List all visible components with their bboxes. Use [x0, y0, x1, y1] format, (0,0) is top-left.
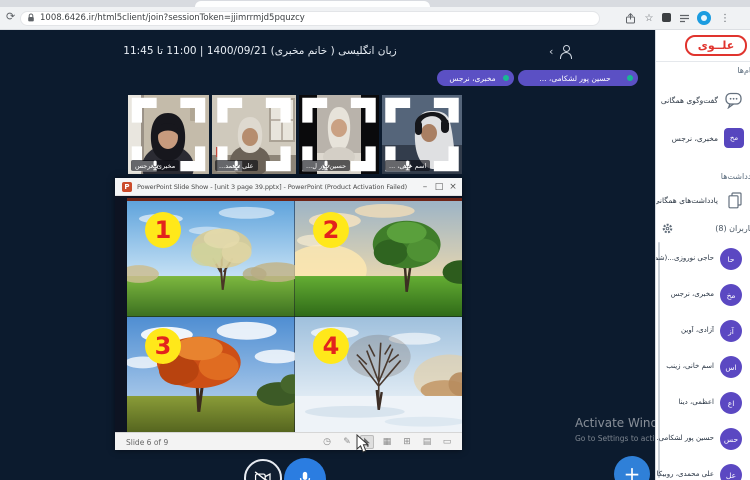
- season-number-badge: 1: [145, 212, 181, 248]
- avatar: مخ: [720, 284, 742, 306]
- avatar: مخ: [724, 128, 744, 148]
- mic-icon: [232, 160, 240, 171]
- user-list-item[interactable]: اس اسم خانی، زینب: [656, 350, 750, 386]
- slide-area: 1 2 3 4: [115, 196, 462, 432]
- users-panel-toggle[interactable]: ‹: [549, 44, 575, 60]
- user-name: اسم خانی، زینب: [666, 362, 714, 370]
- user-list-item[interactable]: عل علی محمدی، روبیکا: [656, 458, 750, 480]
- browser-menu-icon[interactable]: ⋮: [717, 10, 733, 26]
- camera-off-button[interactable]: [244, 459, 282, 480]
- zoom-icon[interactable]: ⊞: [400, 435, 414, 449]
- divider: [656, 61, 750, 62]
- public-chat-label: گفت‌وگوی همگانی: [660, 96, 718, 105]
- browser-toolbar: ⟳ 1008.6426.ir/html5client/join?sessionT…: [0, 7, 750, 30]
- camera-off-icon: [254, 471, 271, 480]
- avatar: اس: [720, 356, 742, 378]
- session-title: زبان انگلیسی ( خانم مخبری) 1400/09/21 | …: [123, 45, 397, 57]
- powerpoint-titlebar[interactable]: P PowerPoint Slide Show - [unit 3 page 3…: [115, 178, 462, 196]
- public-chat-item[interactable]: گفت‌وگوی همگانی: [656, 88, 750, 114]
- users-section-header: کاربران (8): [656, 220, 750, 238]
- talking-dot-icon: [627, 75, 633, 81]
- mouse-cursor: [356, 434, 369, 453]
- webcam-name-label: مخبری، نرجس: [131, 160, 180, 171]
- avatar: حا: [720, 248, 742, 270]
- avatar: حس: [720, 428, 742, 450]
- messages-section-label: پیام‌ها: [737, 66, 750, 75]
- gear-icon[interactable]: [661, 222, 674, 235]
- user-list-item[interactable]: مخ مخبری، نرجس: [656, 278, 750, 314]
- screen: ⟳ 1008.6426.ir/html5client/join?sessionT…: [0, 0, 750, 480]
- user-name: آزادی، آوین: [681, 326, 714, 334]
- webcam-tile[interactable]: حسین پور ل...: [299, 95, 379, 174]
- powerpoint-window-title: PowerPoint Slide Show - [unit 3 page 39.…: [137, 182, 408, 191]
- talking-dot-icon: [503, 75, 509, 81]
- side-panel-icon[interactable]: [676, 10, 692, 26]
- mic-icon: [322, 160, 330, 171]
- see-all-slides-icon[interactable]: ▦: [380, 435, 394, 449]
- webcam-name-label: علی محمد...: [215, 160, 258, 171]
- notes-icon: [728, 192, 742, 209]
- actions-plus-button[interactable]: +: [614, 456, 650, 480]
- reload-icon[interactable]: ⟳: [6, 10, 15, 23]
- user-list-item[interactable]: اع اعظمی، دینا: [656, 386, 750, 422]
- extension-icon[interactable]: [662, 13, 671, 22]
- mic-icon: [404, 160, 412, 171]
- webcam-tile[interactable]: مخبری، نرجس: [128, 95, 209, 174]
- user-list-item[interactable]: حس حسین پور لشکامی...: [656, 422, 750, 458]
- maximize-button[interactable]: □: [432, 180, 446, 194]
- profile-avatar[interactable]: [697, 11, 711, 25]
- user-name: اعظمی، دینا: [678, 398, 714, 406]
- powerpoint-window[interactable]: P PowerPoint Slide Show - [unit 3 page 3…: [115, 178, 462, 450]
- slide-count: Slide 6 of 9: [126, 438, 169, 447]
- private-chat-label: مخبری، نرجس: [671, 134, 718, 143]
- webcam-name-label: حسین پور ل...: [302, 160, 351, 171]
- powerpoint-statusbar: Slide 6 of 9 ◷ ✎ ▦ ⊞ ▤ ▭: [115, 432, 462, 450]
- share-icon[interactable]: [622, 10, 638, 26]
- season-number-badge: 3: [145, 328, 181, 364]
- mic-icon: [151, 160, 159, 171]
- subtitles-icon[interactable]: ▤: [420, 435, 434, 449]
- sidebar: علــوی پیام‌ها گفت‌وگوی همگانی مخ مخبری،…: [655, 30, 750, 480]
- season-number-badge: 2: [313, 212, 349, 248]
- microphone-button[interactable]: [284, 458, 326, 480]
- url-text: 1008.6426.ir/html5client/join?sessionTok…: [40, 13, 305, 23]
- private-chat-item[interactable]: مخ مخبری، نرجس: [656, 125, 750, 151]
- chat-icon: [725, 92, 742, 109]
- mic-icon: [299, 471, 311, 480]
- close-button[interactable]: ×: [446, 180, 460, 194]
- shared-notes-item[interactable]: یادداشت‌های همگانی: [656, 188, 750, 214]
- timer-icon[interactable]: ◷: [320, 435, 334, 449]
- user-name: مخبری، نرجس: [670, 290, 714, 298]
- season-number-badge: 4: [313, 328, 349, 364]
- user-name: حسین پور لشکامی...: [656, 434, 714, 442]
- webcam-tile[interactable]: علی محمد...: [212, 95, 296, 174]
- powerpoint-app-icon: P: [122, 182, 132, 192]
- minimize-button[interactable]: –: [418, 180, 432, 194]
- user-list-item[interactable]: آز آزادی، آوین: [656, 314, 750, 350]
- browser-tabstrip: [0, 0, 750, 7]
- url-bar[interactable]: 1008.6426.ir/html5client/join?sessionTok…: [20, 10, 600, 26]
- users-count-label: کاربران (8): [715, 224, 750, 233]
- user-name: علی محمدی، روبیکا: [656, 470, 714, 478]
- talking-indicator-label: حسین پور لشکامی، ...: [539, 73, 611, 83]
- avatar: اع: [720, 392, 742, 414]
- bookmark-star-icon[interactable]: ☆: [641, 10, 657, 26]
- talking-indicator[interactable]: مخبری، نرجس: [437, 70, 514, 86]
- notes-section-label: یادداشت‌ها: [720, 172, 750, 181]
- talking-indicator[interactable]: حسین پور لشکامی، ...: [518, 70, 638, 86]
- talking-indicator-label: مخبری، نرجس: [449, 73, 496, 83]
- webcam-name-label: اسم خانی، ...: [385, 160, 431, 171]
- person-icon: [559, 45, 572, 59]
- lock-icon: [28, 13, 34, 22]
- user-list-item[interactable]: حا حاجی نوروزی...(شما): [656, 242, 750, 278]
- user-name: حاجی نوروزی...(شما): [656, 254, 714, 262]
- school-logo: علــوی: [685, 35, 747, 56]
- chevron-left-icon: ‹: [549, 45, 554, 58]
- pen-icon[interactable]: ✎: [340, 435, 354, 449]
- shared-notes-label: یادداشت‌های همگانی: [655, 196, 718, 205]
- webcam-tile[interactable]: اسم خانی، ...: [382, 95, 462, 174]
- avatar: عل: [720, 464, 742, 480]
- avatar: آز: [720, 320, 742, 342]
- display-settings-icon[interactable]: ▭: [440, 435, 454, 449]
